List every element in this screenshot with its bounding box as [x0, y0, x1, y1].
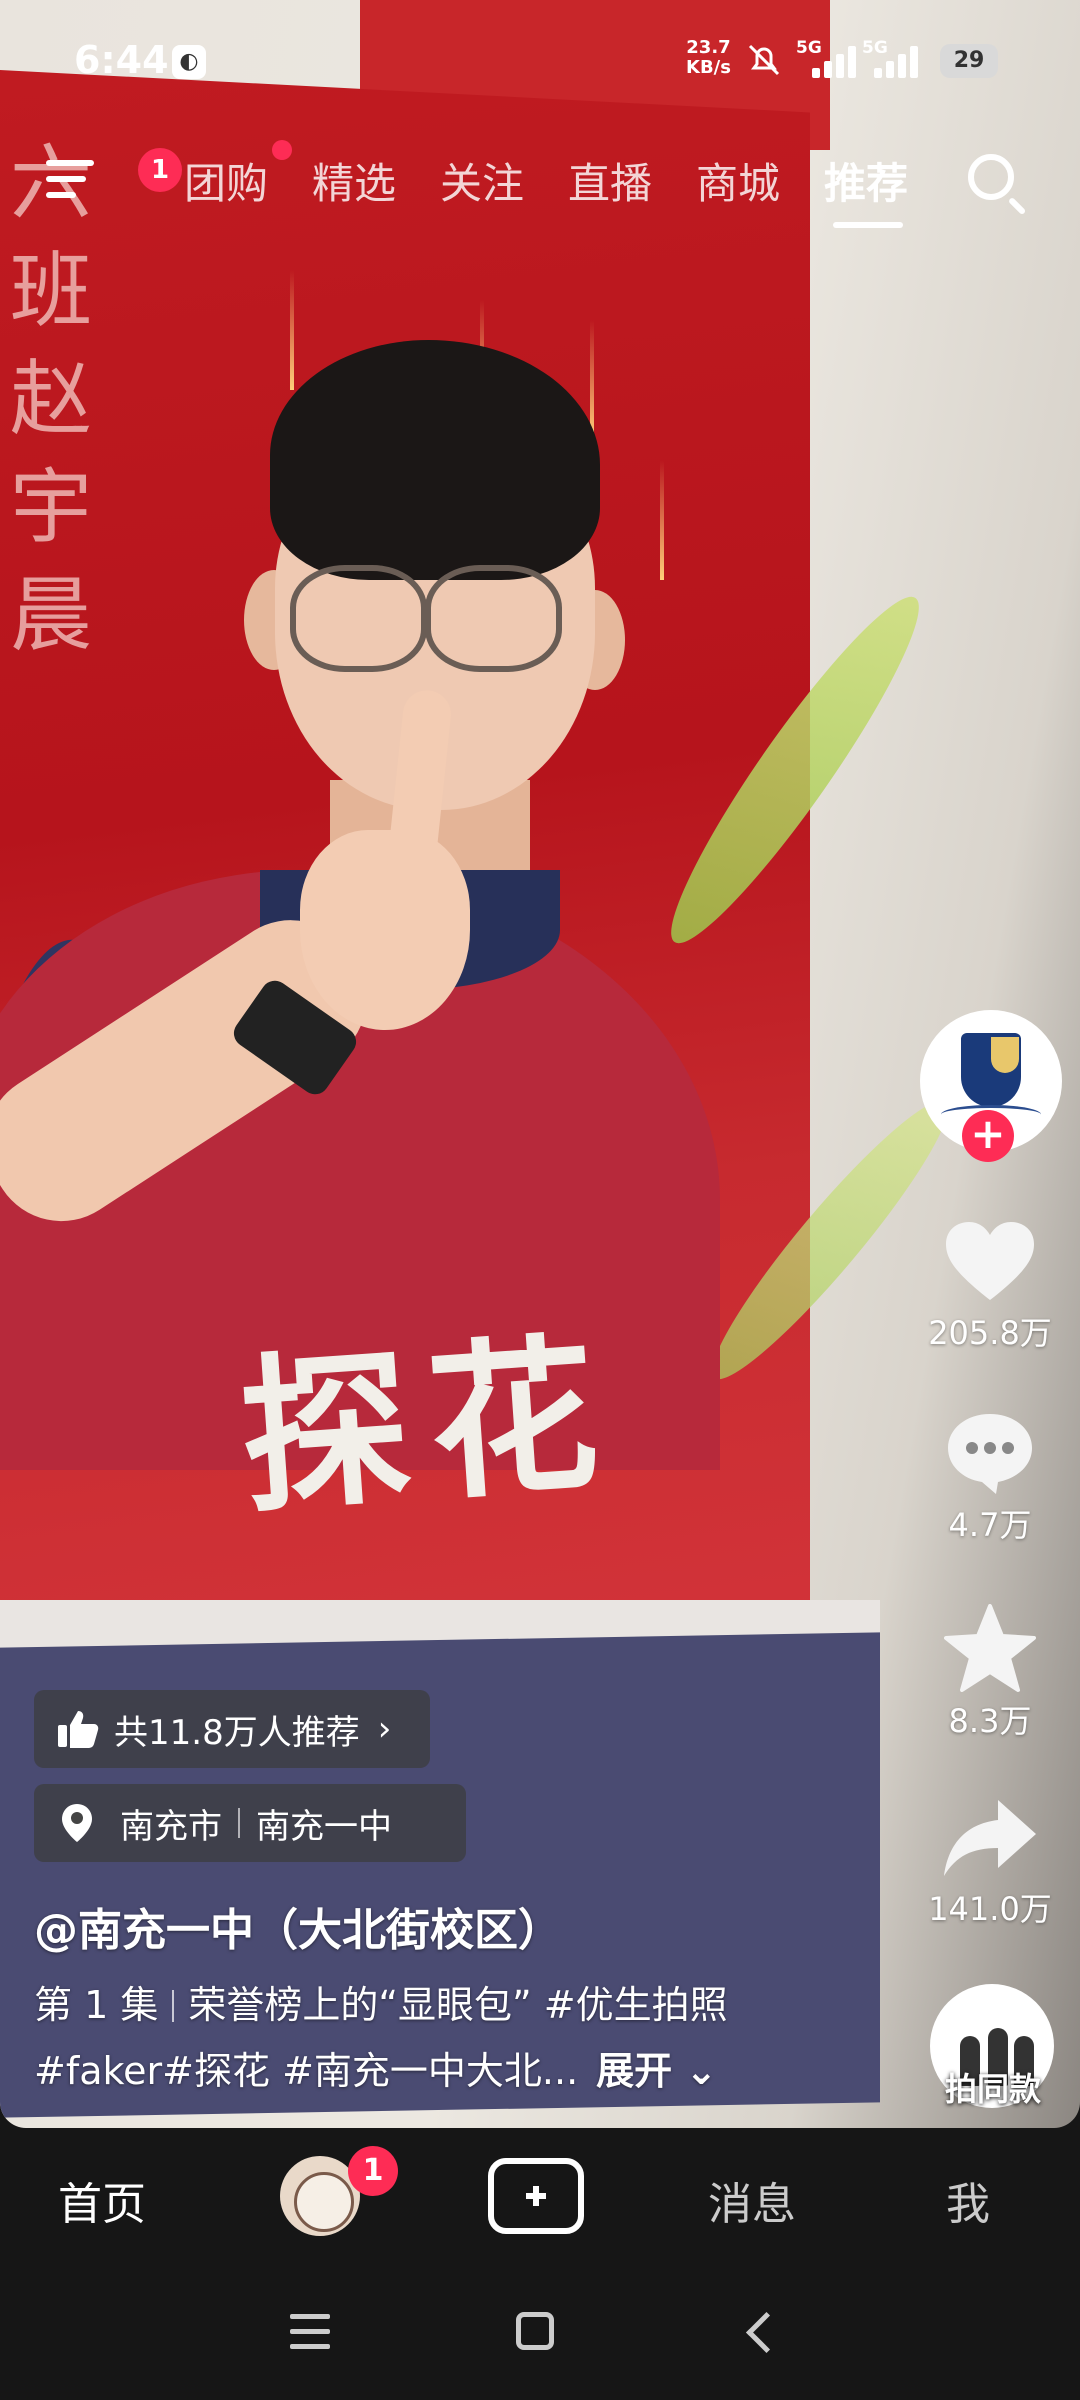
location-chip[interactable]: 南充市 南充一中: [34, 1784, 466, 1862]
tab-red-dot: [272, 140, 292, 160]
chevron-right-icon: ›: [377, 1709, 392, 1749]
battery-icon: 29: [940, 44, 998, 78]
favorite-count: 8.3万: [948, 1702, 1032, 1740]
network-speed: 23.7 KB/s: [686, 38, 731, 78]
location-place: 南充一中: [256, 1806, 392, 1847]
signal-bars-icon: [800, 46, 856, 78]
expand-button[interactable]: 展开 ⌄: [596, 2049, 717, 2093]
home-square-icon[interactable]: [516, 2312, 554, 2350]
bottom-tab-bar: 首页 1 消息 我: [0, 2128, 1080, 2268]
recommend-chip[interactable]: 共11.8万人推荐 ›: [34, 1690, 430, 1768]
location-divider: [238, 1808, 240, 1838]
tab-featured[interactable]: 精选: [312, 150, 396, 211]
like-count: 205.8万: [928, 1314, 1052, 1352]
poster-light-streak: [590, 320, 594, 440]
student-hand: [300, 830, 470, 1030]
comment-count: 4.7万: [948, 1506, 1032, 1544]
active-tab-indicator: [833, 222, 903, 228]
student-glasses: [425, 565, 562, 672]
friends-badge: 1: [348, 2146, 398, 2196]
back-chevron-icon[interactable]: [745, 2311, 788, 2354]
menu-badge: 1: [138, 148, 182, 192]
menu-icon[interactable]: 1: [46, 148, 182, 200]
episode-label[interactable]: 第 1 集: [34, 1983, 158, 2027]
same-style-label[interactable]: 拍同款: [920, 2064, 1066, 2110]
share-button[interactable]: 141.0万: [910, 1796, 1070, 1930]
tab-mall[interactable]: 商城: [696, 150, 780, 211]
thumbs-up-icon: [58, 1711, 99, 1748]
follow-button[interactable]: +: [962, 1110, 1014, 1162]
mute-bell-icon: [744, 40, 784, 89]
share-count: 141.0万: [928, 1890, 1052, 1928]
like-button[interactable]: 205.8万: [910, 1220, 1070, 1354]
share-arrow-icon: [944, 1800, 1036, 1876]
hashtags[interactable]: #faker#探花 #南充一中大北...: [34, 2049, 578, 2093]
heart-icon: [946, 1222, 1034, 1300]
status-time: 6:44: [74, 38, 169, 82]
comment-icon: [948, 1414, 1032, 1494]
location-pin-icon: [62, 1804, 92, 1842]
video-description-line1[interactable]: 第 1 集荣誉榜上的“显眼包” #优生拍照: [34, 1974, 728, 2029]
tab-home[interactable]: 首页: [58, 2168, 146, 2232]
chevron-down-icon: ⌄: [672, 2049, 718, 2093]
star-icon: [944, 1604, 1036, 1692]
tab-group-buy[interactable]: 团购: [184, 150, 268, 211]
system-nav-bar: [0, 2268, 1080, 2400]
tab-following[interactable]: 关注: [440, 150, 524, 211]
school-badge-icon: [961, 1033, 1021, 1107]
status-bar: 6:44 ◐ 23.7 KB/s 5G 5G 29: [0, 0, 1080, 120]
comment-button[interactable]: 4.7万: [910, 1410, 1070, 1546]
top-nav: 1 团购 精选 关注 直播 商城 推荐: [0, 140, 1080, 230]
bear-avatar-icon: [294, 2172, 354, 2232]
episode-divider: [172, 1990, 175, 2022]
tab-me[interactable]: 我: [946, 2168, 990, 2232]
location-city: 南充市: [120, 1806, 222, 1847]
network-speed-value: 23.7: [686, 37, 731, 58]
tab-recommend[interactable]: 推荐: [824, 150, 908, 211]
poster-light-streak: [660, 460, 664, 580]
network-speed-unit: KB/s: [686, 57, 731, 78]
recent-apps-icon[interactable]: [290, 2314, 330, 2350]
video-description-line2[interactable]: #faker#探花 #南充一中大北... 展开 ⌄: [34, 2040, 717, 2095]
poster-big-text: 探花: [234, 1313, 624, 1537]
expand-label: 展开: [596, 2049, 673, 2093]
tab-live[interactable]: 直播: [568, 150, 652, 211]
recommend-count-text: 共11.8万人推荐: [114, 1712, 360, 1753]
create-plus-button[interactable]: [488, 2158, 584, 2234]
poster-light-streak: [290, 270, 294, 390]
signal-bars-icon: [866, 46, 920, 78]
tab-messages[interactable]: 消息: [708, 2168, 796, 2232]
search-icon[interactable]: [968, 154, 1014, 200]
author-name[interactable]: @南充一中（大北街校区）: [34, 1894, 562, 1958]
favorite-button[interactable]: 8.3万: [910, 1604, 1070, 1742]
student-glasses: [290, 565, 427, 672]
app-notification-icon: ◐: [172, 45, 206, 79]
video-title: 荣誉榜上的“显眼包” #优生拍照: [188, 1983, 728, 2027]
